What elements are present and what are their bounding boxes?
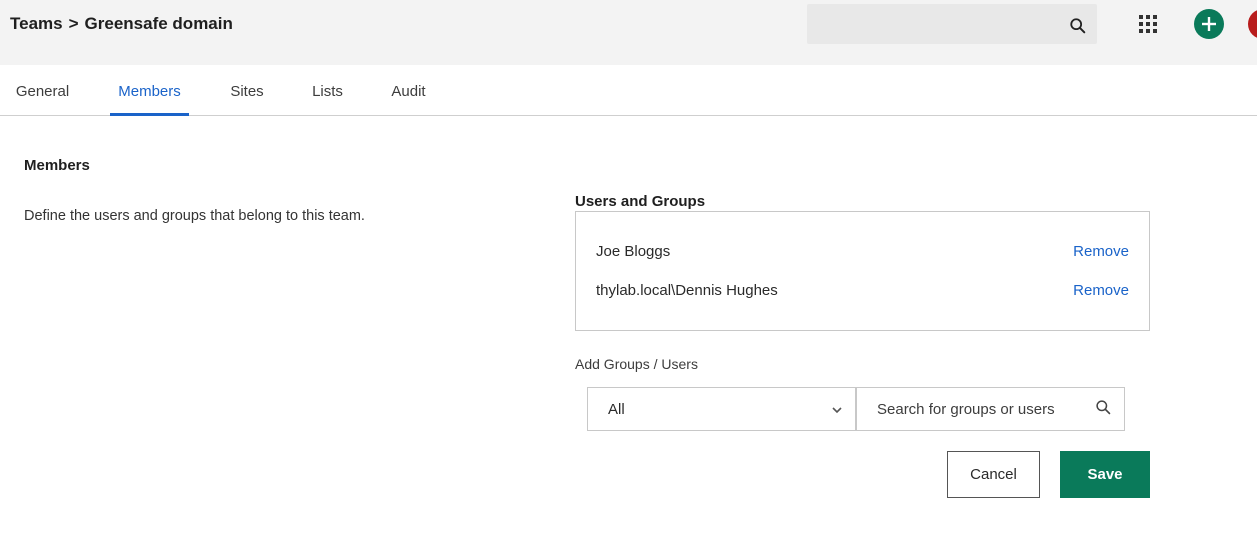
global-search-input[interactable]: [807, 4, 1047, 44]
apps-grid-icon[interactable]: [1138, 14, 1158, 34]
members-section-title: Members: [24, 157, 90, 174]
cancel-button[interactable]: Cancel: [947, 451, 1040, 498]
tab-sites[interactable]: Sites: [229, 65, 265, 116]
add-icon[interactable]: [1194, 9, 1224, 39]
breadcrumb-current: Greensafe domain: [84, 14, 233, 33]
list-item: thylab.local\Dennis Hughes Remove: [596, 282, 1129, 306]
group-user-search-input[interactable]: [857, 388, 1087, 430]
tab-members[interactable]: Members: [110, 65, 189, 116]
users-and-groups-label: Users and Groups: [575, 193, 706, 210]
tab-lists[interactable]: Lists: [310, 65, 345, 116]
tab-general[interactable]: General: [15, 65, 70, 116]
top-bar: Teams > Greensafe domain: [0, 0, 1257, 65]
add-groups-users-label: Add Groups / Users: [575, 356, 698, 372]
breadcrumb: Teams > Greensafe domain: [10, 14, 233, 34]
members-section-description: Define the users and groups that belong …: [24, 208, 365, 224]
save-button[interactable]: Save: [1060, 451, 1150, 498]
page: Teams > Greensafe domain General Members…: [0, 0, 1257, 549]
global-search[interactable]: [807, 4, 1097, 44]
users-and-groups-list: Joe Bloggs Remove thylab.local\Dennis Hu…: [575, 211, 1150, 331]
type-filter-select[interactable]: All: [587, 387, 856, 431]
chevron-down-icon: [832, 407, 842, 414]
breadcrumb-separator: >: [68, 14, 79, 33]
member-name: thylab.local\Dennis Hughes: [596, 282, 778, 299]
tab-bar: General Members Sites Lists Audit: [0, 65, 1257, 116]
search-icon[interactable]: [1095, 399, 1112, 416]
type-filter-value: All: [608, 401, 625, 418]
member-name: Joe Bloggs: [596, 243, 671, 260]
remove-member-link[interactable]: Remove: [1073, 282, 1129, 299]
remove-member-link[interactable]: Remove: [1073, 243, 1129, 260]
tab-audit[interactable]: Audit: [389, 65, 428, 116]
list-item: Joe Bloggs Remove: [596, 243, 1129, 267]
avatar[interactable]: [1248, 9, 1257, 39]
search-icon[interactable]: [1069, 17, 1087, 35]
group-user-search[interactable]: [856, 387, 1125, 431]
breadcrumb-teams[interactable]: Teams: [10, 14, 63, 34]
